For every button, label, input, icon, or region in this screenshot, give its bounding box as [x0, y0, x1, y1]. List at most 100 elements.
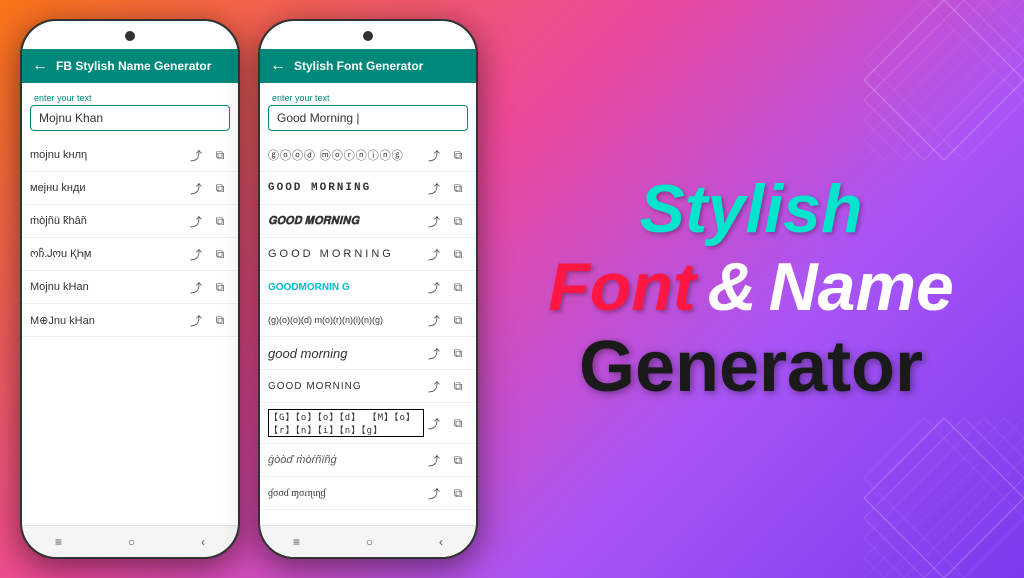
- share-btn[interactable]: ⤴: [186, 211, 206, 231]
- copy-btn[interactable]: ⧉: [448, 244, 468, 264]
- share-btn[interactable]: ⤴: [424, 211, 444, 231]
- phone-2-header: ← Stylish Font Generator: [260, 49, 476, 83]
- result-item: ġòòď ṁòŕñïñġ ⤴ ⧉: [260, 444, 476, 477]
- result-actions: ⤴ ⧉: [424, 450, 468, 470]
- phone-2-results-list: ⓖⓞⓞⓓ ⓜⓞⓡⓝⓘⓝⓖ ⤴ ⧉ GOOD MORNING ⤴ ⧉ 𝐆𝐎𝐎𝐃 𝐌…: [260, 137, 476, 525]
- brand-generator: Generator: [579, 331, 923, 403]
- result-actions: ⤴ ⧉: [186, 310, 230, 330]
- share-btn[interactable]: ⤴: [424, 376, 444, 396]
- phone-1: ← FB Stylish Name Generator enter your t…: [20, 19, 240, 559]
- result-text: GOOD MORNING: [268, 248, 424, 260]
- result-text: ⓖⓞⓞⓓ ⓜⓞⓡⓝⓘⓝⓖ: [268, 147, 424, 163]
- result-text: (g)(o)(o)(d) m(o)(r)(n)(i)(n)(g): [268, 315, 424, 325]
- copy-btn[interactable]: ⧉: [210, 211, 230, 231]
- result-actions: ⤴ ⧉: [424, 178, 468, 198]
- result-text: 【G】【o】【o】【d】 【M】【o】【r】【n】【i】【n】【g】: [268, 409, 424, 437]
- branding-line3: Generator: [579, 331, 923, 403]
- phone-2-camera: [363, 31, 373, 41]
- phone-1-header: ← FB Stylish Name Generator: [22, 49, 238, 83]
- result-actions: ⤴ ⧉: [424, 413, 468, 433]
- result-text: GOOD MORNING: [268, 381, 424, 392]
- nav-home-btn[interactable]: ○: [128, 535, 135, 549]
- brand-name: Name: [769, 253, 954, 321]
- copy-btn[interactable]: ⧉: [448, 145, 468, 165]
- share-btn[interactable]: ⤴: [424, 178, 444, 198]
- phone-1-text-input[interactable]: [30, 105, 230, 131]
- result-actions: ⤴ ⧉: [186, 211, 230, 231]
- copy-btn[interactable]: ⧉: [210, 277, 230, 297]
- share-btn[interactable]: ⤴: [424, 343, 444, 363]
- result-text: Mojnu kHan: [30, 281, 186, 293]
- share-btn[interactable]: ⤴: [424, 483, 444, 503]
- copy-btn[interactable]: ⧉: [448, 310, 468, 330]
- result-actions: ⤴ ⧉: [186, 244, 230, 264]
- share-btn[interactable]: ⤴: [424, 310, 444, 330]
- nav-menu-btn[interactable]: ≡: [293, 535, 300, 549]
- share-btn[interactable]: ⤴: [186, 310, 206, 330]
- copy-btn[interactable]: ⧉: [448, 450, 468, 470]
- share-btn[interactable]: ⤴: [186, 277, 206, 297]
- copy-btn[interactable]: ⧉: [448, 376, 468, 396]
- result-actions: ⤴ ⧉: [186, 178, 230, 198]
- nav-back-btn[interactable]: ‹: [439, 535, 443, 549]
- copy-btn[interactable]: ⧉: [448, 483, 468, 503]
- result-text: GOOD MORNING: [268, 182, 424, 194]
- result-actions: ⤴ ⧉: [424, 310, 468, 330]
- copy-btn[interactable]: ⧉: [210, 244, 230, 264]
- result-item: GOOD MORNING ⤴ ⧉: [260, 238, 476, 271]
- result-actions: ⤴ ⧉: [186, 277, 230, 297]
- share-btn[interactable]: ⤴: [424, 450, 444, 470]
- phone-1-camera: [125, 31, 135, 41]
- phone-1-title: FB Stylish Name Generator: [56, 59, 211, 73]
- copy-btn[interactable]: ⧉: [448, 343, 468, 363]
- phone-1-screen: ← FB Stylish Name Generator enter your t…: [22, 21, 238, 557]
- result-item: Mojnu kHan ⤴ ⧉: [22, 271, 238, 304]
- result-actions: ⤴ ⧉: [424, 376, 468, 396]
- share-btn[interactable]: ⤴: [424, 145, 444, 165]
- phone-1-input-area: enter your text: [22, 83, 238, 137]
- brand-amp: &: [707, 253, 756, 321]
- result-item: good morning ⤴ ⧉: [260, 337, 476, 370]
- result-actions: ⤴ ⧉: [186, 145, 230, 165]
- copy-btn[interactable]: ⧉: [448, 211, 468, 231]
- copy-btn[interactable]: ⧉: [210, 145, 230, 165]
- copy-btn[interactable]: ⧉: [210, 178, 230, 198]
- share-btn[interactable]: ⤴: [186, 145, 206, 165]
- result-text-morning-good: good morning: [268, 346, 424, 361]
- result-text: ṁòjñü k̃hâñ: [30, 215, 186, 227]
- nav-home-btn[interactable]: ○: [366, 535, 373, 549]
- share-btn[interactable]: ⤴: [424, 413, 444, 433]
- result-text: 𝐆𝐎𝐎𝐃 𝐌𝐎𝐑𝐍𝐈𝐍𝐆: [268, 215, 424, 228]
- result-text: mojnu kнлη: [30, 149, 186, 161]
- phone-1-results-list: mojnu kнлη ⤴ ⧉ мejнu kнди ⤴ ⧉ ṁòjñü k̃hâ…: [22, 137, 238, 525]
- share-btn[interactable]: ⤴: [186, 244, 206, 264]
- share-btn[interactable]: ⤴: [424, 277, 444, 297]
- result-item: mojnu kнлη ⤴ ⧉: [22, 139, 238, 172]
- result-item: GOODMORNIN G ⤴ ⧉: [260, 271, 476, 304]
- copy-btn[interactable]: ⧉: [448, 178, 468, 198]
- copy-btn[interactable]: ⧉: [448, 413, 468, 433]
- branding-line2: Font & Name: [548, 253, 954, 321]
- result-item: ɠσσɗ ɱσɾɳιɳɠ ⤴ ⧉: [260, 477, 476, 510]
- result-item: 【G】【o】【o】【d】 【M】【o】【r】【n】【i】【n】【g】 ⤴ ⧉: [260, 403, 476, 444]
- result-item: GOOD MORNING ⤴ ⧉: [260, 172, 476, 205]
- phone-1-bottom-nav: ≡ ○ ‹: [22, 525, 238, 557]
- result-actions: ⤴ ⧉: [424, 145, 468, 165]
- result-actions: ⤴ ⧉: [424, 211, 468, 231]
- phone-2-title: Stylish Font Generator: [294, 59, 423, 73]
- share-btn[interactable]: ⤴: [186, 178, 206, 198]
- nav-menu-btn[interactable]: ≡: [55, 535, 62, 549]
- nav-back-btn[interactable]: ‹: [201, 535, 205, 549]
- result-text: мejнu kнди: [30, 182, 186, 194]
- phone-2-input-area: enter your text: [260, 83, 476, 137]
- result-text: ġòòď ṁòŕñïñġ: [268, 454, 424, 466]
- phone-2-text-input[interactable]: [268, 105, 468, 131]
- phone-1-back-arrow[interactable]: ←: [32, 57, 48, 75]
- copy-btn[interactable]: ⧉: [210, 310, 230, 330]
- phone-2-back-arrow[interactable]: ←: [270, 57, 286, 75]
- share-btn[interactable]: ⤴: [424, 244, 444, 264]
- phone-1-input-label: enter your text: [30, 93, 230, 103]
- result-item: мejнu kнди ⤴ ⧉: [22, 172, 238, 205]
- phones-container: ← FB Stylish Name Generator enter your t…: [20, 0, 478, 578]
- copy-btn[interactable]: ⧉: [448, 277, 468, 297]
